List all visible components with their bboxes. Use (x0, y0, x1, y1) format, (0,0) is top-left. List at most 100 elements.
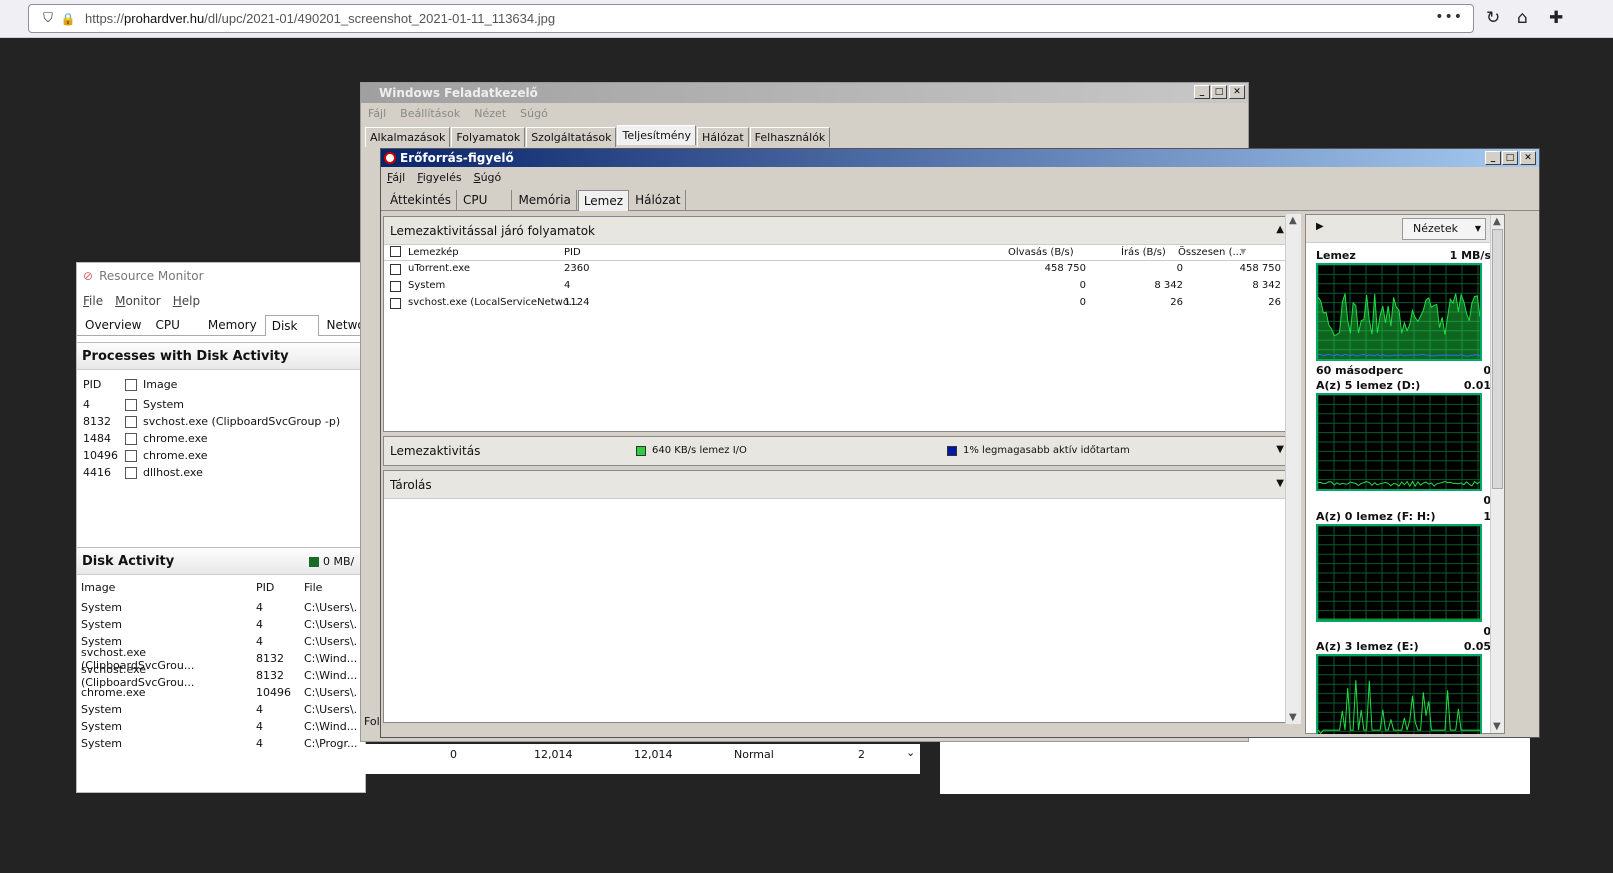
reload-icon[interactable]: ↻ (1486, 8, 1500, 28)
col-file[interactable]: File (304, 581, 322, 594)
table-row[interactable]: svchost.exe (ClipboardSvcGrou... 8132 C:\W… (81, 663, 365, 689)
col-pid[interactable]: PID (256, 581, 304, 594)
sidebar-scrollbar[interactable]: ▲ ▼ (1490, 215, 1504, 733)
menu-help[interactable]: Súgó (520, 107, 548, 120)
table-row[interactable]: uTorrent.exe 2360 458 750 0 458 750 (384, 261, 1300, 278)
shield-icon[interactable]: ⛉ (37, 11, 59, 26)
tab-users[interactable]: Felhasználók (749, 127, 831, 147)
menu-settings[interactable]: Beállítások (400, 107, 460, 120)
collapse-icon[interactable]: ▲ (1276, 224, 1284, 235)
menu-monitor[interactable]: Figyelés (417, 171, 461, 184)
menu-file[interactable]: File (83, 294, 103, 308)
col-read[interactable]: Olvasás (B/s) (1008, 247, 1074, 258)
expand-icon[interactable]: ▼ (1276, 444, 1284, 455)
list-item[interactable]: 8132 svchost.exe (ClipboardSvcGroup -p) (83, 413, 365, 430)
table-row[interactable]: System 4 C:\Users\. (81, 616, 365, 633)
row-checkbox[interactable] (125, 449, 137, 462)
tab-memory[interactable]: Memória (513, 190, 577, 210)
tab-performance[interactable]: Teljesítmény (617, 125, 697, 145)
tab-disk[interactable]: Lemez (577, 190, 630, 211)
table-row[interactable]: System 4 C:\Users\. (81, 701, 365, 718)
scroll-up-icon[interactable]: ▲ (1289, 215, 1297, 226)
chevron-down-icon[interactable]: ▼ (1475, 219, 1481, 239)
tm-menu: Fájl Beállítások Nézet Súgó (361, 103, 1248, 123)
tab-cpu[interactable]: CPU (150, 315, 200, 335)
page-actions-icon[interactable]: ••• (1435, 9, 1463, 25)
menu-file[interactable]: Fájl (387, 171, 405, 184)
col-total[interactable]: Összesen (... (1178, 247, 1242, 258)
table-row[interactable]: System 4 C:\Wind... (81, 718, 365, 735)
table-row[interactable]: svchost.exe (LocalServiceNetwo... 1124 0… (384, 295, 1300, 312)
collapse-pane-icon[interactable]: ▶ (1316, 221, 1324, 232)
file-cell: C:\Users\. (304, 601, 358, 614)
tab-overview[interactable]: Áttekintés (385, 190, 458, 210)
col-image[interactable]: Image (143, 378, 177, 391)
home-icon[interactable]: ⌂ (1517, 8, 1528, 28)
row-checkbox[interactable] (125, 398, 137, 411)
col-image[interactable]: Lemezkép (408, 247, 459, 258)
menu-monitor[interactable]: Monitor (115, 294, 161, 308)
disk-activity-table: Image PID File System 4 C:\Users\. System 4 C:… (77, 575, 365, 752)
minimize-button[interactable]: _ (1194, 85, 1210, 99)
scroll-thumb[interactable] (1492, 229, 1503, 489)
row-checkbox[interactable] (390, 281, 401, 292)
expand-icon[interactable]: ▼ (1276, 478, 1284, 489)
lock-icon[interactable]: 🔒 (59, 12, 77, 26)
close-button[interactable]: ✕ (1520, 151, 1536, 165)
views-button[interactable]: Nézetek ▼ (1402, 218, 1486, 240)
disk-activity-header[interactable]: Disk Activity 0 MB/ (77, 547, 365, 575)
table-row[interactable]: System 4 0 8 342 8 342 (384, 278, 1300, 295)
processes-disk-header[interactable]: Processes with Disk Activity (77, 342, 365, 370)
col-image[interactable]: Image (81, 581, 256, 594)
list-item[interactable]: 4416 dllhost.exe (83, 464, 365, 481)
extensions-icon[interactable]: ✚ (1549, 8, 1563, 28)
tab-cpu[interactable]: CPU (458, 190, 513, 210)
menu-file[interactable]: Fájl (368, 107, 386, 120)
proc-header-row: PID Image (83, 376, 365, 393)
tab-processes[interactable]: Folyamatok (451, 127, 526, 147)
menu-view[interactable]: Nézet (474, 107, 506, 120)
address-bar[interactable]: ⛉ 🔒 https://prohardver.hu/dl/upc/2021-01… (28, 4, 1474, 33)
col-pid[interactable]: PID (564, 247, 581, 258)
scroll-up-icon[interactable]: ▲ (1493, 216, 1501, 227)
sort-desc-icon: ▼ (1240, 247, 1247, 256)
row-checkbox[interactable] (125, 432, 137, 445)
select-all-checkbox[interactable] (390, 246, 401, 257)
row-checkbox[interactable] (125, 466, 137, 479)
tab-applications[interactable]: Alkalmazások (365, 127, 451, 147)
maximize-button[interactable]: □ (1502, 151, 1518, 165)
list-item[interactable]: 4 System (83, 396, 365, 413)
select-all-checkbox[interactable] (125, 378, 137, 391)
scroll-down-icon[interactable]: ▼ (1289, 712, 1297, 723)
url-text[interactable]: https://prohardver.hu/dl/upc/2021-01/490… (85, 11, 555, 26)
disk-activity-section[interactable]: Lemezaktivitás 640 KB/s lemez I/O 1% leg… (383, 436, 1301, 466)
table-row[interactable]: System 4 C:\Progr... (81, 735, 365, 752)
scroll-down-icon[interactable]: ▼ (1493, 721, 1501, 732)
row-checkbox[interactable] (125, 415, 137, 428)
list-item[interactable]: 1484 chrome.exe (83, 430, 365, 447)
table-row[interactable]: System 4 C:\Users\. (81, 599, 365, 616)
maximize-button[interactable]: □ (1211, 85, 1227, 99)
disk-processes-header[interactable]: Lemezaktivitással járó folyamatok ▲ (384, 217, 1300, 245)
tab-overview[interactable]: Overview (79, 315, 148, 335)
close-button[interactable]: ✕ (1229, 85, 1245, 99)
tab-services[interactable]: Szolgáltatások (526, 127, 617, 147)
tm-table-row[interactable]: 0 12,014 12,014 Normal 2 ⌄ (360, 744, 920, 774)
tab-disk[interactable]: Disk (264, 315, 319, 336)
menu-help[interactable]: Help (173, 294, 200, 308)
tab-memory[interactable]: Memory (202, 315, 263, 335)
col-pid[interactable]: PID (83, 378, 125, 391)
chevron-down-icon[interactable]: ⌄ (906, 746, 915, 759)
tab-network[interactable]: Hálózat (697, 127, 749, 147)
storage-header[interactable]: Tárolás ▼ (384, 471, 1300, 499)
row-checkbox[interactable] (390, 264, 401, 275)
main-scrollbar[interactable]: ▲ ▼ (1285, 214, 1301, 724)
menu-help[interactable]: Súgó (474, 171, 502, 184)
col-write[interactable]: Írás (B/s) (1121, 247, 1166, 258)
list-item[interactable]: 10496 chrome.exe (83, 447, 365, 464)
tab-network[interactable]: Hálózat (630, 190, 687, 210)
table-row[interactable]: chrome.exe 10496 C:\Users\. (81, 684, 365, 701)
file-cell: C:\Progr... (304, 737, 358, 750)
minimize-button[interactable]: _ (1485, 151, 1501, 165)
row-checkbox[interactable] (390, 298, 401, 309)
